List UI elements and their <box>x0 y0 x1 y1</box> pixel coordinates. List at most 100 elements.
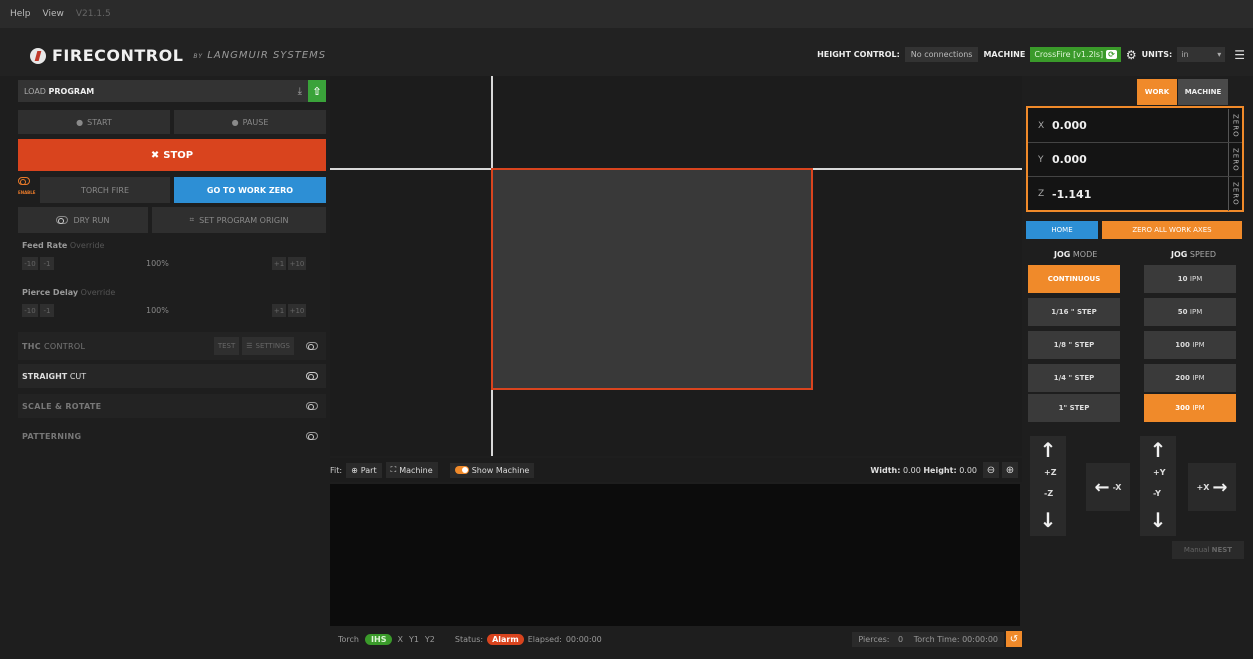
feed-rate-plus1[interactable]: +1 <box>272 257 286 270</box>
jog-z-plus-label: +Z <box>1044 468 1057 477</box>
reset-counters-icon[interactable]: ↺ <box>1006 631 1022 647</box>
jog-mode-continuous[interactable]: CONTINUOUS <box>1028 265 1120 293</box>
go-to-work-zero-button[interactable]: GO TO WORK ZERO <box>174 177 326 203</box>
jog-x-minus-button[interactable]: ← -X <box>1086 463 1130 511</box>
jog-speed-200[interactable]: 200 IPM <box>1144 364 1236 392</box>
home-button[interactable]: HOME <box>1026 221 1098 239</box>
pause-button[interactable]: ● PAUSE <box>174 110 326 134</box>
brand-name: FIRECONTROL <box>52 46 184 65</box>
menu-bar: Help View V21.1.5 <box>0 0 1253 28</box>
zero-all-work-axes-button[interactable]: ZERO ALL WORK AXES <box>1102 221 1242 239</box>
pierces-readout: Pierces: 0 Torch Time: 00:00:00 <box>852 631 1004 647</box>
pierce-delay-plus1[interactable]: +1 <box>272 304 286 317</box>
jog-speed-100[interactable]: 100 IPM <box>1144 331 1236 359</box>
pierce-delay-minus10[interactable]: -10 <box>22 304 38 317</box>
jog-y-up-icon[interactable]: ↑ <box>1140 438 1176 462</box>
version-label: V21.1.5 <box>75 9 111 19</box>
stop-button[interactable]: ✖ STOP <box>18 139 326 171</box>
status-bar: Torch IHS X Y1 Y2 Status: Alarm Elapsed:… <box>330 628 1022 650</box>
y1-indicator: Y1 <box>408 634 419 644</box>
jog-speed-300[interactable]: 300 IPM <box>1144 394 1236 422</box>
fit-part-button[interactable]: ⊕ Part <box>346 462 382 478</box>
thc-settings-button[interactable]: ☰ SETTINGS <box>242 337 294 355</box>
jog-x-plus-button[interactable]: +X → <box>1188 463 1236 511</box>
patterning-toggle[interactable] <box>306 432 318 440</box>
enable-toggle-icon <box>18 177 30 185</box>
elapsed-label: Elapsed: <box>527 634 562 644</box>
thc-section: THC CONTROL TEST ☰ SETTINGS <box>18 332 326 360</box>
zoom-in-icon[interactable]: ⊕ <box>1002 462 1018 478</box>
work-area-rect <box>491 168 813 390</box>
pause-label: PAUSE <box>242 117 269 127</box>
dimensions-readout: Width: 0.00 Height: 0.00 <box>870 465 977 475</box>
jog-mode-1-4-step[interactable]: 1/4 " STEP <box>1028 364 1120 392</box>
tab-machine[interactable]: MACHINE <box>1178 79 1228 105</box>
jog-mode-1-step[interactable]: 1" STEP <box>1028 394 1120 422</box>
pierce-delay-title: Pierce Delay Override <box>22 288 116 297</box>
menu-view[interactable]: View <box>43 9 64 19</box>
jog-mode-1-16-step[interactable]: 1/16 " STEP <box>1028 298 1120 326</box>
zero-y-button[interactable]: ZERO <box>1228 143 1242 176</box>
torch-label: Torch <box>338 634 360 644</box>
thc-test-button[interactable]: TEST <box>213 337 240 355</box>
pierce-delay-value: 100% <box>146 306 169 315</box>
enable-toggle[interactable]: ENABLE <box>18 177 38 201</box>
straight-cut-title: STRAIGHT CUT <box>22 371 87 381</box>
patterning-section: PATTERNING <box>18 424 326 448</box>
feed-rate-minus10[interactable]: -10 <box>22 257 38 270</box>
torch-fire-button[interactable]: TORCH FIRE <box>40 177 170 203</box>
refresh-icon[interactable]: ⟳ <box>1106 50 1117 59</box>
thc-title: THC CONTROL <box>22 341 86 351</box>
zoom-out-icon[interactable]: ⊖ <box>983 462 999 478</box>
straight-cut-section: STRAIGHT CUT <box>18 364 326 388</box>
height-control-status[interactable]: No connections <box>904 47 979 62</box>
tab-work[interactable]: WORK <box>1137 79 1177 105</box>
alarm-badge: Alarm <box>487 633 524 645</box>
zero-x-button[interactable]: ZERO <box>1228 109 1242 142</box>
jog-mode-1-8-step[interactable]: 1/8 " STEP <box>1028 331 1120 359</box>
jog-z-down-icon[interactable]: ↓ <box>1030 508 1066 532</box>
units-select[interactable]: in ▾ <box>1177 47 1226 62</box>
z-value: -1.141 <box>1052 187 1092 201</box>
pierce-delay-plus10[interactable]: +10 <box>288 304 306 317</box>
jog-speed-10[interactable]: 10 IPM <box>1144 265 1236 293</box>
menu-icon[interactable]: ☰ <box>1234 48 1245 62</box>
header-controls: HEIGHT CONTROL: No connections MACHINE C… <box>817 46 1245 63</box>
set-program-origin-button[interactable]: ⌗ SET PROGRAM ORIGIN <box>152 207 326 233</box>
jog-speed-50[interactable]: 50 IPM <box>1144 298 1236 326</box>
dry-run-button[interactable]: DRY RUN <box>18 207 148 233</box>
brand-byline: BY LANGMUIR SYSTEMS <box>193 50 327 61</box>
zero-z-button[interactable]: ZERO <box>1228 177 1242 211</box>
feed-rate-plus10[interactable]: +10 <box>288 257 306 270</box>
pierce-delay-minus1[interactable]: -1 <box>40 304 54 317</box>
toolpath-canvas[interactable] <box>330 76 1022 456</box>
elapsed-value: 00:00:00 <box>565 634 602 644</box>
start-icon: ● <box>76 117 84 127</box>
thc-toggle[interactable] <box>306 342 318 350</box>
stop-icon: ✖ <box>150 149 160 161</box>
download-icon[interactable]: ⤓ <box>298 86 302 97</box>
manual-nest-button[interactable]: Manual NEST <box>1172 541 1244 559</box>
coord-y: Y 0.000 ZERO <box>1028 143 1242 177</box>
expand-icon: ⛶ <box>390 465 397 474</box>
enable-label: ENABLE <box>18 190 36 195</box>
fit-toolbar: Fit: ⊕ Part ⛶ Machine Show Machine Width: … <box>330 458 1022 482</box>
straight-cut-toggle[interactable] <box>306 372 318 380</box>
jog-z-minus-label: -Z <box>1044 489 1054 498</box>
start-label: START <box>87 117 112 127</box>
jog-z-up-icon[interactable]: ↑ <box>1030 438 1066 462</box>
dry-run-label: DRY RUN <box>73 215 110 225</box>
fit-machine-button[interactable]: ⛶ Machine <box>385 462 438 478</box>
scale-rotate-toggle[interactable] <box>306 402 318 410</box>
gear-icon[interactable]: ⚙ <box>1126 48 1137 62</box>
show-machine-toggle[interactable]: Show Machine <box>449 462 535 478</box>
start-button[interactable]: ● START <box>18 110 170 134</box>
feed-rate-minus1[interactable]: -1 <box>40 257 54 270</box>
upload-button[interactable]: ⇧ <box>308 80 326 102</box>
settings-lines-icon: ☰ <box>246 342 253 350</box>
set-program-origin-label: SET PROGRAM ORIGIN <box>199 215 289 225</box>
machine-select[interactable]: CrossFire [v1.2ls] ⟳ <box>1030 47 1121 62</box>
menu-help[interactable]: Help <box>10 9 31 19</box>
feed-rate-value: 100% <box>146 259 169 268</box>
jog-y-down-icon[interactable]: ↓ <box>1140 508 1176 532</box>
